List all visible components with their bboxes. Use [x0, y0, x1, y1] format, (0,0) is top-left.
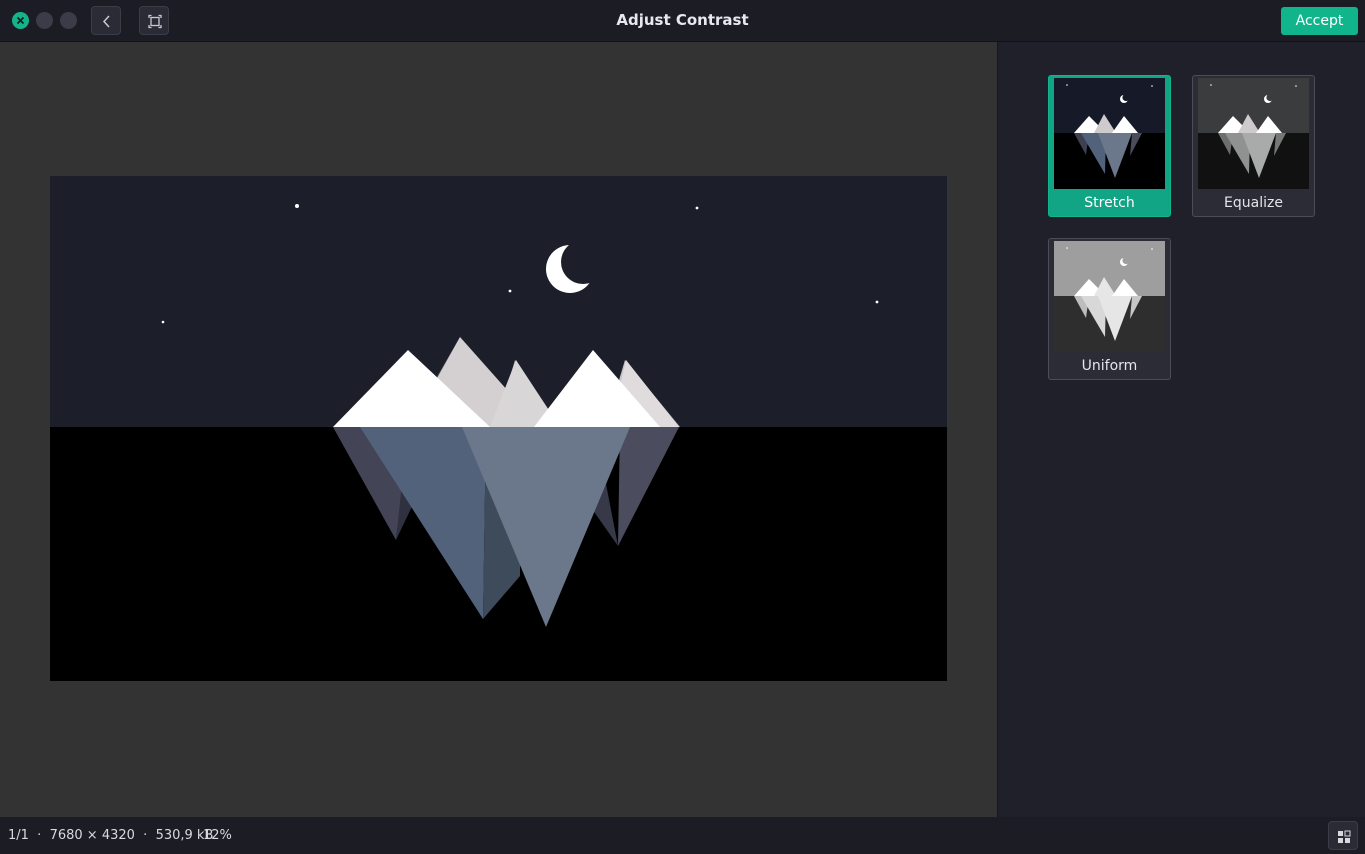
contrast-options-panel: Stretch Equalize Uniform [999, 42, 1365, 817]
stretch-preview-image [1054, 78, 1165, 189]
option-uniform[interactable]: Uniform [1048, 238, 1171, 380]
equalize-preview-image [1198, 78, 1309, 189]
window-title: Adjust Contrast [616, 11, 749, 29]
image-preview [50, 176, 947, 681]
grid-view-button[interactable] [1328, 821, 1358, 850]
minimize-window-button[interactable] [36, 12, 53, 29]
title-bar: Adjust Contrast Accept [0, 0, 1365, 42]
zoom-level: 12% [203, 828, 232, 843]
chevron-left-icon [102, 15, 110, 28]
option-label: Equalize [1224, 195, 1283, 211]
close-icon [16, 16, 25, 25]
grid-view-icon [1338, 830, 1351, 843]
fit-screen-icon [148, 14, 162, 29]
accept-button[interactable]: Accept [1281, 7, 1358, 35]
image-info: 1/1 · 7680 × 4320 · 530,9 kB [8, 828, 214, 843]
option-equalize[interactable]: Equalize [1192, 75, 1315, 217]
close-window-button[interactable] [12, 12, 29, 29]
uniform-preview-image [1054, 241, 1165, 352]
maximize-window-button[interactable] [60, 12, 77, 29]
option-label: Uniform [1081, 358, 1138, 374]
option-stretch[interactable]: Stretch [1048, 75, 1171, 217]
image-viewer[interactable] [0, 42, 998, 817]
fit-to-screen-button[interactable] [139, 6, 169, 35]
back-button[interactable] [91, 6, 121, 35]
status-bar: 1/1 · 7680 × 4320 · 530,9 kB 12% [0, 817, 1365, 854]
option-label: Stretch [1084, 195, 1135, 211]
